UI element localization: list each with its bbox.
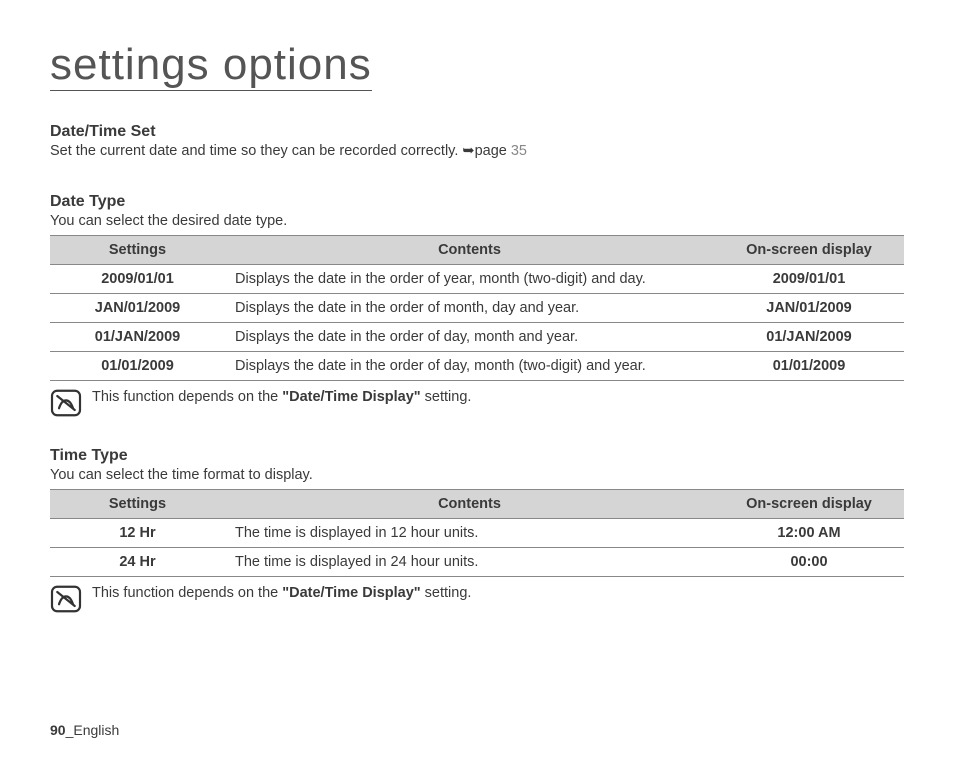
col-contents-header: Contents [225,236,714,265]
cell-content: Displays the date in the order of year, … [225,265,714,294]
cell-display: 01/01/2009 [714,352,904,381]
cell-setting: 24 Hr [50,548,225,577]
table-row: 01/01/2009 Displays the date in the orde… [50,352,904,381]
date-type-desc: You can select the desired date type. [50,213,904,229]
date-type-heading: Date Type [50,193,904,211]
cell-setting: 12 Hr [50,519,225,548]
time-type-desc: You can select the time format to displa… [50,467,904,483]
cell-content: Displays the date in the order of month,… [225,294,714,323]
desc-page-num: 35 [511,143,527,159]
time-type-note: This function depends on the "Date/Time … [50,585,904,613]
col-settings-header: Settings [50,490,225,519]
table-row: 24 Hr The time is displayed in 24 hour u… [50,548,904,577]
note-prefix: This function depends on the [92,389,282,405]
table-row: JAN/01/2009 Displays the date in the ord… [50,294,904,323]
cell-content: Displays the date in the order of day, m… [225,323,714,352]
footer-lang: English [73,722,119,738]
cell-setting: 01/JAN/2009 [50,323,225,352]
note-text: This function depends on the "Date/Time … [92,389,471,405]
cell-display: 12:00 AM [714,519,904,548]
note-text: This function depends on the "Date/Time … [92,585,471,601]
cell-content: The time is displayed in 12 hour units. [225,519,714,548]
page-title: settings options [50,40,372,91]
page-footer: 90_English [50,722,119,738]
date-time-set-desc: Set the current date and time so they ca… [50,143,904,159]
time-type-heading: Time Type [50,447,904,465]
table-row: 12 Hr The time is displayed in 12 hour u… [50,519,904,548]
note-bold: "Date/Time Display" [282,585,420,601]
table-header-row: Settings Contents On-screen display [50,490,904,519]
date-type-table: Settings Contents On-screen display 2009… [50,235,904,381]
note-suffix: setting. [421,389,472,405]
col-settings-header: Settings [50,236,225,265]
note-icon [50,585,82,613]
note-prefix: This function depends on the [92,585,282,601]
table-row: 01/JAN/2009 Displays the date in the ord… [50,323,904,352]
cell-setting: 2009/01/01 [50,265,225,294]
note-icon [50,389,82,417]
table-row: 2009/01/01 Displays the date in the orde… [50,265,904,294]
page-number: 90 [50,722,66,738]
cell-display: 00:00 [714,548,904,577]
cell-display: JAN/01/2009 [714,294,904,323]
cell-setting: JAN/01/2009 [50,294,225,323]
desc-prefix: Set the current date and time so they ca… [50,143,462,159]
col-display-header: On-screen display [714,490,904,519]
col-contents-header: Contents [225,490,714,519]
date-time-set-heading: Date/Time Set [50,123,904,141]
col-display-header: On-screen display [714,236,904,265]
desc-page-label: page [475,143,511,159]
time-type-table: Settings Contents On-screen display 12 H… [50,489,904,577]
cell-content: Displays the date in the order of day, m… [225,352,714,381]
note-suffix: setting. [421,585,472,601]
table-header-row: Settings Contents On-screen display [50,236,904,265]
cell-display: 01/JAN/2009 [714,323,904,352]
cell-setting: 01/01/2009 [50,352,225,381]
date-type-note: This function depends on the "Date/Time … [50,389,904,417]
page-ref-arrow-icon: ➥ [462,143,474,159]
cell-display: 2009/01/01 [714,265,904,294]
note-bold: "Date/Time Display" [282,389,420,405]
cell-content: The time is displayed in 24 hour units. [225,548,714,577]
